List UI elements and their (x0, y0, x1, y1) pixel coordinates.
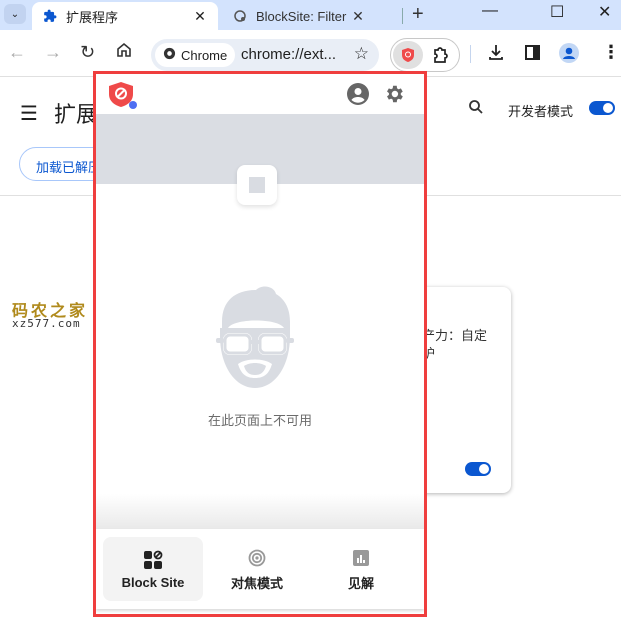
tab-separator (402, 8, 403, 24)
back-button[interactable]: ← (8, 42, 26, 63)
tab-bar: ⌄ 扩展程序 ✕ BlockSite: Filter Web ✕ + — ☐ ✕ (0, 0, 621, 30)
close-window-button[interactable]: ✕ (598, 2, 611, 22)
unavailable-message: 在此页面上不可用 (207, 413, 312, 428)
nav-label: 对焦模式 (230, 575, 283, 591)
home-button[interactable] (116, 42, 132, 63)
bar-chart-icon (353, 547, 369, 569)
search-icon[interactable] (468, 99, 484, 120)
forward-button[interactable]: → (44, 42, 62, 63)
puzzle-icon (42, 9, 58, 23)
nav-focus-mode[interactable]: 对焦模式 (207, 537, 307, 601)
new-tab-button[interactable]: + (412, 3, 424, 26)
site-chip-label: Chrome (181, 47, 228, 63)
menu-icon[interactable]: ☰ (20, 101, 38, 126)
shield-icon (402, 48, 414, 62)
close-icon[interactable]: ✕ (350, 8, 366, 25)
nav-label: 见解 (347, 575, 374, 591)
blocksite-extension-button[interactable] (393, 41, 423, 69)
blocksite-popup: 在此页面上不可用 Block Site 对焦模式 见解 (93, 71, 427, 617)
address-bar[interactable]: Chrome chrome://ext... ☆ (151, 39, 379, 71)
nav-block-site[interactable]: Block Site (103, 537, 203, 601)
nav-insights[interactable]: 见解 (311, 537, 411, 601)
extensions-puzzle-icon[interactable] (431, 46, 449, 69)
side-panel-icon[interactable] (525, 45, 540, 65)
close-icon[interactable]: ✕ (192, 8, 208, 25)
target-icon (248, 547, 266, 569)
nav-label: Block Site (121, 574, 185, 590)
extension-description: 产力：自定 护 (422, 327, 502, 363)
site-favicon-placeholder (237, 165, 277, 205)
maximize-button[interactable]: ☐ (550, 2, 564, 22)
favicon-icon (249, 177, 265, 193)
extension-area (390, 38, 460, 72)
popup-header (96, 74, 424, 114)
tab-blocksite[interactable]: BlockSite: Filter Web ✕ (224, 2, 374, 30)
tab-label: 扩展程序 (66, 9, 119, 25)
chevron-down-icon: ⌄ (10, 8, 20, 20)
profile-avatar[interactable] (559, 43, 579, 68)
toolbar-separator (470, 45, 471, 63)
download-icon[interactable] (487, 43, 505, 66)
unavailable-face-illustration (214, 282, 296, 397)
globe-icon (232, 10, 248, 22)
popup-bottom-nav: Block Site 对焦模式 见解 (96, 529, 424, 609)
site-chip[interactable]: Chrome (155, 43, 236, 67)
tab-search-button[interactable]: ⌄ (4, 4, 26, 24)
description-line: 产力：自定 (422, 328, 488, 343)
tab-extensions[interactable]: 扩展程序 ✕ (32, 2, 218, 30)
developer-mode-label: 开发者模式 (508, 104, 574, 119)
bookmark-star-icon[interactable]: ☆ (354, 44, 369, 64)
url-text[interactable]: chrome://ext... (241, 46, 336, 63)
tab-label: BlockSite: Filter Web (256, 8, 350, 24)
blocksite-logo-icon (108, 81, 138, 114)
account-icon[interactable] (347, 83, 369, 110)
minimize-button[interactable]: — (482, 2, 498, 20)
developer-mode-toggle[interactable] (589, 101, 615, 115)
grid-block-icon (143, 549, 163, 571)
extension-enable-toggle[interactable] (465, 462, 491, 476)
watermark-url: xz577.com (12, 317, 81, 330)
chrome-icon (163, 47, 176, 63)
more-menu-icon[interactable]: ⋮ (602, 42, 620, 63)
bearded-man-icon (216, 286, 294, 388)
description-line: 护 (422, 346, 436, 361)
settings-gear-icon[interactable] (383, 83, 405, 110)
content-fade (96, 494, 424, 529)
browser-toolbar: ← → ↻ Chrome chrome://ext... ☆ ⋮ (0, 30, 621, 76)
page-title: 扩展 (54, 102, 99, 127)
reload-button[interactable]: ↻ (80, 42, 95, 63)
